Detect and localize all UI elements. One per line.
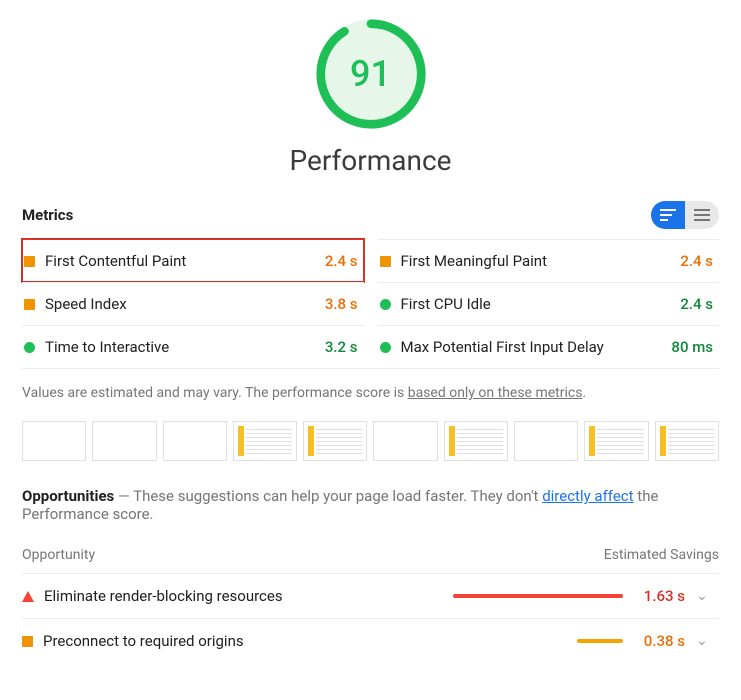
metric-value: 2.4 s [325,252,358,270]
metric-row[interactable]: Max Potential First Input Delay 80 ms [378,325,720,368]
metric-row[interactable]: First Meaningful Paint 2.4 s [378,239,720,282]
metric-row[interactable]: First Contentful Paint 2.4 s [22,239,364,282]
view-toggle-detail[interactable] [685,201,719,229]
filmstrip-frame [373,421,437,461]
lines-left-icon [660,209,676,221]
filmstrip-frame [233,421,297,461]
filmstrip [22,421,719,461]
opportunity-name: Preconnect to required origins [43,632,244,650]
opp-col-left: Opportunity [22,547,95,563]
opportunities-list: Eliminate render-blocking resources 1.63 … [22,573,719,663]
filmstrip-frame [22,421,86,461]
square-orange-icon [24,299,35,310]
metrics-grid: First Contentful Paint2.4 sFirst Meaning… [22,239,719,368]
opportunity-name: Eliminate render-blocking resources [44,587,283,605]
metrics-heading: Metrics [22,206,73,224]
gauge-score: 91 [313,16,429,132]
score-gauge: 91 Performance [22,16,719,201]
metric-name: Max Potential First Input Delay [401,338,604,356]
opportunity-value: 1.63 s [633,587,685,605]
metric-name: First CPU Idle [401,295,491,313]
metric-name: First Meaningful Paint [401,252,547,270]
savings-bar [577,639,623,643]
chevron-down-icon[interactable]: ⌄ [685,588,719,604]
view-toggle[interactable] [651,201,719,229]
metric-value: 2.4 s [680,295,713,313]
footnote-link[interactable]: based only on these metrics [408,385,583,401]
metric-row[interactable]: Time to Interactive 3.2 s [22,325,364,368]
metric-value: 2.4 s [680,252,713,270]
opportunities-header: Opportunity Estimated Savings [22,547,719,573]
filmstrip-frame [655,421,719,461]
opp-intro-link[interactable]: directly affect [542,487,633,505]
savings-bar [453,594,623,598]
chevron-down-icon[interactable]: ⌄ [685,633,719,649]
opportunities-intro: Opportunities — These suggestions can he… [22,487,719,523]
metric-value: 3.2 s [325,338,358,356]
filmstrip-frame [303,421,367,461]
metric-name: Speed Index [45,295,127,313]
view-toggle-summary[interactable] [651,201,685,229]
filmstrip-frame [163,421,227,461]
gauge-label: Performance [290,144,452,177]
filmstrip-frame [584,421,648,461]
circle-green-icon [380,342,391,353]
metric-value: 80 ms [671,338,713,356]
filmstrip-frame [514,421,578,461]
opportunity-row[interactable]: Preconnect to required origins 0.38 s⌄ [22,618,719,663]
triangle-red-icon [22,591,34,602]
square-orange-icon [22,636,33,647]
opportunity-row[interactable]: Eliminate render-blocking resources 1.63 … [22,573,719,618]
square-orange-icon [380,256,391,267]
metrics-footnote: Values are estimated and may vary. The p… [22,369,719,421]
metric-value: 3.8 s [325,295,358,313]
opportunity-value: 0.38 s [633,632,685,650]
metric-name: Time to Interactive [45,338,169,356]
circle-green-icon [24,342,35,353]
metric-row[interactable]: Speed Index 3.8 s [22,282,364,325]
filmstrip-frame [92,421,156,461]
square-orange-icon [24,256,35,267]
lines-icon [694,209,710,221]
metric-row[interactable]: First CPU Idle 2.4 s [378,282,720,325]
filmstrip-frame [444,421,508,461]
circle-green-icon [380,299,391,310]
metric-name: First Contentful Paint [45,252,186,270]
opp-col-right: Estimated Savings [604,547,719,563]
